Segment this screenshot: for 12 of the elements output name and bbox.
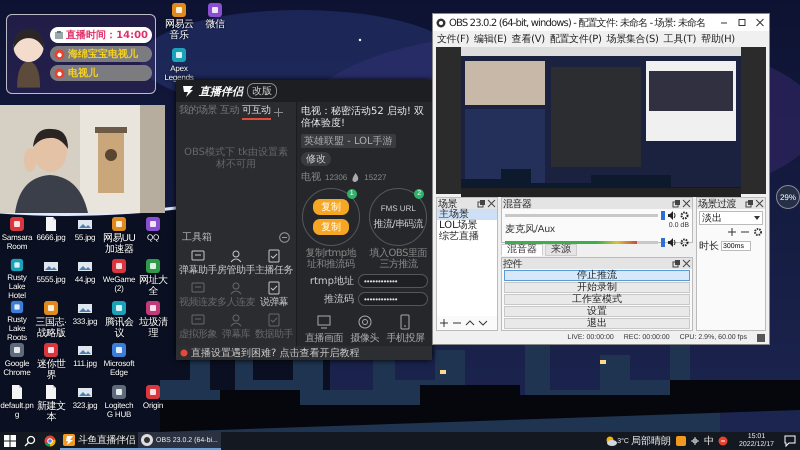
obs-logo-icon bbox=[141, 434, 153, 446]
tray-app-icon[interactable] bbox=[676, 436, 686, 446]
notification-icon[interactable] bbox=[784, 435, 796, 447]
weather-text[interactable]: 局部晴朗 bbox=[630, 434, 671, 448]
search-icon[interactable] bbox=[24, 435, 36, 447]
windows-start-icon[interactable] bbox=[4, 435, 16, 447]
input-method[interactable]: 中 bbox=[704, 434, 714, 448]
tray-app-icon[interactable] bbox=[718, 436, 728, 446]
chrome-icon[interactable] bbox=[44, 435, 56, 447]
weather-icon[interactable] bbox=[605, 436, 618, 446]
app-icon bbox=[63, 434, 75, 446]
network-icon[interactable] bbox=[690, 436, 700, 446]
